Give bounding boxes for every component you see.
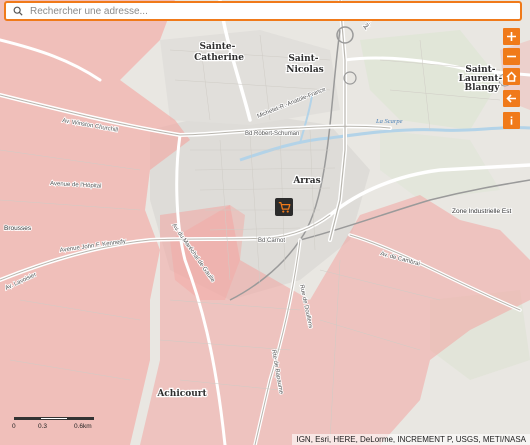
place-label-achicourt: Achicourt	[156, 389, 207, 399]
info-icon	[510, 116, 513, 125]
place-label-saint-laurent-blangy: Saint- Laurent- Blangy	[459, 65, 506, 93]
home-icon	[506, 71, 517, 82]
shopping-cart-icon	[278, 201, 290, 213]
scale-tick-label: 0.3	[38, 423, 48, 430]
scale-bar: 0 0.3 0.6km	[12, 413, 94, 433]
arrow-left-icon	[506, 94, 516, 103]
map-canvas[interactable]: Sainte- Catherine Saint- Nicolas Saint- …	[0, 0, 530, 445]
place-label-saint-nicolas: Saint- Nicolas	[286, 54, 323, 75]
place-label-sainte-catherine: Sainte- Catherine	[194, 42, 244, 63]
scale-tick-label: 0	[12, 423, 16, 430]
map-attribution: IGN, Esri, HERE, DeLorme, INCREMENT P, U…	[292, 434, 530, 445]
home-button[interactable]	[503, 68, 520, 85]
road-label-bd-carnot: Bd Carnot	[258, 238, 285, 244]
plus-icon	[507, 32, 516, 41]
place-label-arras: Arras	[292, 176, 320, 186]
scale-bar-segment	[14, 418, 41, 419]
search-icon[interactable]	[10, 3, 26, 19]
search-bar	[4, 1, 522, 21]
zoom-in-button[interactable]	[503, 28, 520, 45]
place-label-zone-industrielle: Zone Industrielle Est	[452, 208, 511, 215]
road-label-bd-robert-schuman: Bd Robert-Schuman	[245, 131, 299, 137]
shopping-cart-marker[interactable]	[275, 198, 293, 216]
map-controls	[503, 28, 520, 129]
back-button[interactable]	[503, 90, 520, 107]
place-label-brousses: Brousses	[4, 225, 32, 232]
scale-bar-segment	[67, 418, 94, 419]
water-label-la-scarpe: La Scarpe	[375, 118, 403, 125]
minus-icon	[507, 55, 516, 58]
scale-tick-label: 0.6km	[74, 423, 92, 430]
zoom-out-button[interactable]	[503, 48, 520, 65]
search-input[interactable]	[26, 5, 520, 17]
info-button[interactable]	[503, 112, 520, 129]
